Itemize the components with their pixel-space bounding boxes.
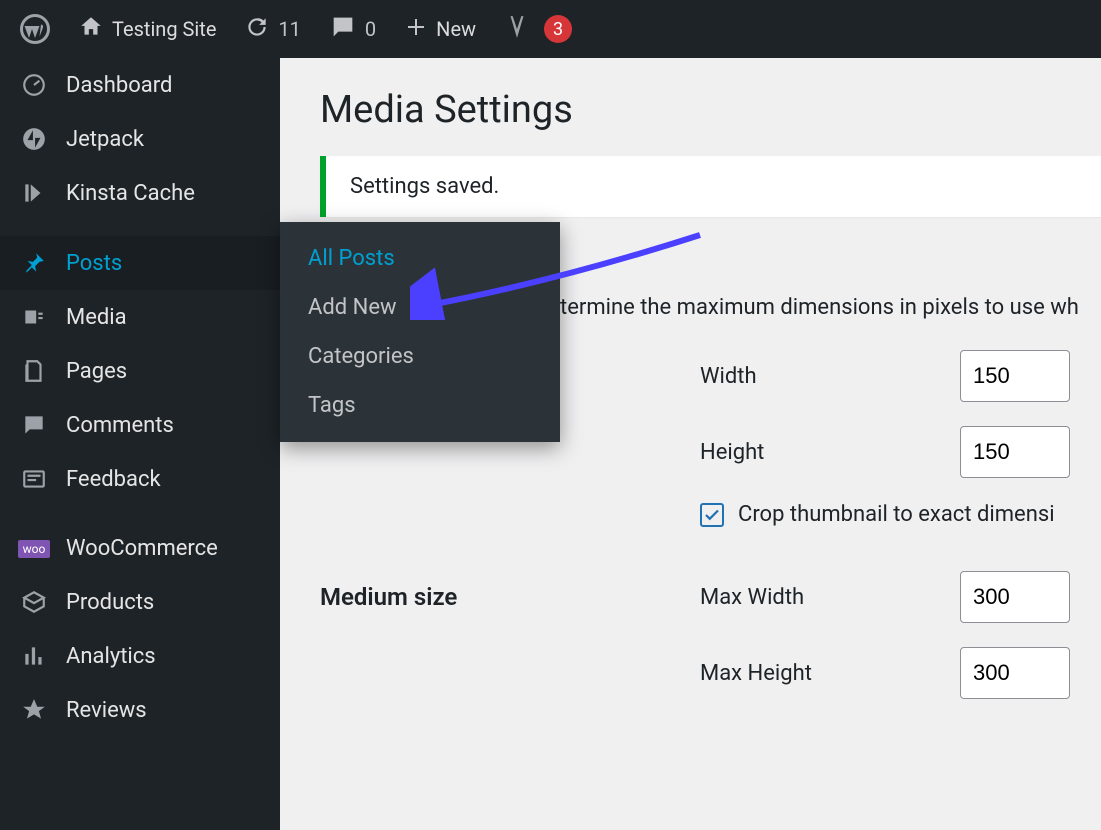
sidebar-item-kinsta[interactable]: Kinsta Cache bbox=[0, 166, 280, 220]
sidebar-item-label: Comments bbox=[66, 413, 174, 438]
sidebar-item-label: Kinsta Cache bbox=[66, 181, 195, 206]
comments-link[interactable]: 0 bbox=[317, 0, 388, 58]
comments-icon bbox=[20, 412, 48, 438]
dashboard-icon bbox=[20, 72, 48, 98]
plus-icon bbox=[404, 15, 428, 44]
sidebar-separator bbox=[0, 506, 280, 522]
medium-height-row: Max Height bbox=[320, 647, 1101, 699]
medium-maxh-label: Max Height bbox=[700, 661, 960, 686]
sidebar-separator bbox=[0, 220, 280, 236]
thumb-height-input[interactable] bbox=[960, 426, 1070, 478]
pin-icon bbox=[20, 250, 48, 276]
sidebar-item-posts[interactable]: Posts bbox=[0, 236, 280, 290]
new-content-link[interactable]: New bbox=[392, 0, 488, 58]
star-icon bbox=[20, 697, 48, 723]
sidebar-item-dashboard[interactable]: Dashboard bbox=[0, 58, 280, 112]
kinsta-icon bbox=[20, 180, 48, 206]
yoast-badge: 3 bbox=[544, 15, 572, 43]
comment-icon bbox=[329, 13, 357, 46]
submenu-add-new[interactable]: Add New bbox=[280, 283, 560, 332]
pages-icon bbox=[20, 358, 48, 384]
sidebar-item-pages[interactable]: Pages bbox=[0, 344, 280, 398]
settings-saved-notice: Settings saved. bbox=[320, 156, 1101, 217]
jetpack-icon bbox=[20, 126, 48, 152]
sidebar-item-label: Jetpack bbox=[66, 127, 144, 152]
sidebar-item-analytics[interactable]: Analytics bbox=[0, 629, 280, 683]
sidebar-item-reviews[interactable]: Reviews bbox=[0, 683, 280, 737]
sidebar-item-label: Reviews bbox=[66, 698, 147, 723]
wp-logo[interactable] bbox=[8, 0, 62, 58]
sidebar-item-jetpack[interactable]: Jetpack bbox=[0, 112, 280, 166]
sidebar-item-media[interactable]: Media bbox=[0, 290, 280, 344]
sidebar-item-label: Media bbox=[66, 305, 127, 330]
sidebar-item-feedback[interactable]: Feedback bbox=[0, 452, 280, 506]
admin-sidebar: Dashboard Jetpack Kinsta Cache Posts Med… bbox=[0, 58, 280, 830]
thumb-crop-row: Crop thumbnail to exact dimensi bbox=[320, 502, 1101, 527]
sidebar-item-woocommerce[interactable]: woo WooCommerce bbox=[0, 522, 280, 575]
sidebar-item-label: Feedback bbox=[66, 467, 161, 492]
sidebar-item-label: Products bbox=[66, 590, 154, 615]
content-area: Media Settings Settings saved. Image siz… bbox=[280, 58, 1101, 830]
admin-bar: Testing Site 11 0 New 3 bbox=[0, 0, 1101, 58]
page-title: Media Settings bbox=[320, 88, 1101, 132]
medium-maxh-input[interactable] bbox=[960, 647, 1070, 699]
sidebar-item-label: WooCommerce bbox=[66, 536, 218, 561]
submenu-all-posts[interactable]: All Posts bbox=[280, 234, 560, 283]
feedback-icon bbox=[20, 466, 48, 492]
medium-row-label: Medium size bbox=[320, 583, 700, 611]
woo-icon: woo bbox=[20, 540, 48, 558]
comments-count: 0 bbox=[365, 17, 376, 41]
home-icon bbox=[78, 14, 104, 45]
yoast-link[interactable]: 3 bbox=[492, 0, 584, 58]
image-sizes-description: termine the maximum dimensions in pixels… bbox=[560, 295, 1101, 320]
sidebar-item-label: Posts bbox=[66, 251, 122, 276]
site-home-link[interactable]: Testing Site bbox=[66, 0, 228, 58]
crop-label: Crop thumbnail to exact dimensi bbox=[738, 502, 1055, 527]
new-label: New bbox=[436, 17, 476, 41]
medium-width-row: Medium size Max Width bbox=[320, 571, 1101, 623]
analytics-icon bbox=[20, 643, 48, 669]
thumb-height-label: Height bbox=[700, 440, 960, 465]
yoast-icon bbox=[504, 14, 530, 45]
site-name: Testing Site bbox=[112, 17, 216, 41]
submenu-tags[interactable]: Tags bbox=[280, 381, 560, 430]
refresh-icon bbox=[244, 14, 270, 45]
sidebar-item-products[interactable]: Products bbox=[0, 575, 280, 629]
updates-link[interactable]: 11 bbox=[232, 0, 312, 58]
sidebar-item-comments[interactable]: Comments bbox=[0, 398, 280, 452]
crop-checkbox[interactable] bbox=[700, 503, 724, 527]
sidebar-item-label: Dashboard bbox=[66, 73, 172, 98]
medium-maxw-label: Max Width bbox=[700, 585, 960, 610]
updates-count: 11 bbox=[278, 17, 300, 41]
posts-submenu: All Posts Add New Categories Tags bbox=[280, 222, 560, 442]
thumb-width-input[interactable] bbox=[960, 350, 1070, 402]
media-icon bbox=[20, 304, 48, 330]
thumb-width-label: Width bbox=[700, 364, 960, 389]
submenu-categories[interactable]: Categories bbox=[280, 332, 560, 381]
products-icon bbox=[20, 589, 48, 615]
sidebar-item-label: Analytics bbox=[66, 644, 156, 669]
medium-maxw-input[interactable] bbox=[960, 571, 1070, 623]
sidebar-item-label: Pages bbox=[66, 359, 127, 384]
